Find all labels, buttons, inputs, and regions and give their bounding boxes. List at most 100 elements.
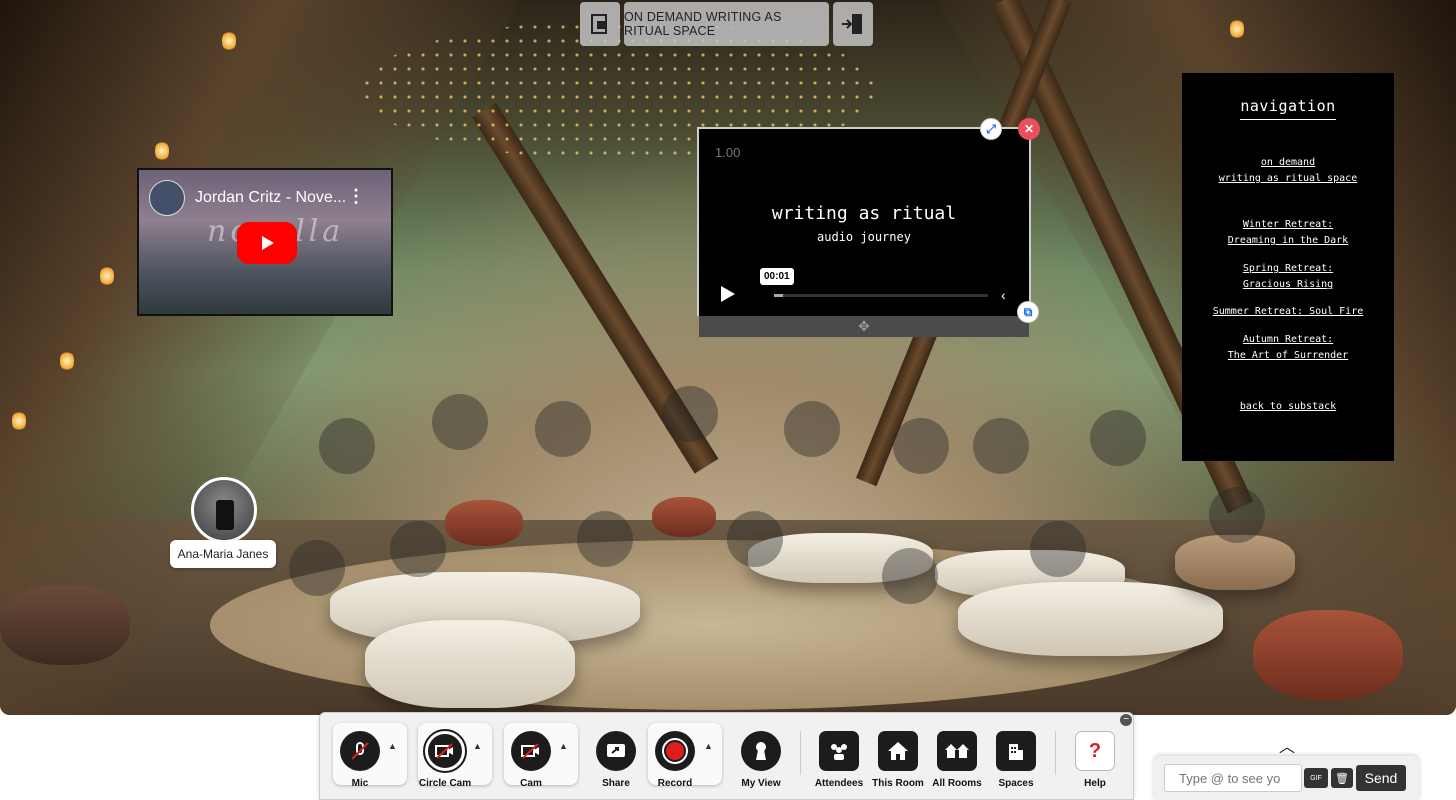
send-button[interactable]: Send xyxy=(1356,765,1406,791)
empty-seat[interactable] xyxy=(319,418,375,474)
cam-off-icon xyxy=(423,729,467,773)
progress-track[interactable] xyxy=(774,294,988,297)
empty-seat[interactable] xyxy=(577,511,633,567)
bottom-toolbar: Mic ▲ Circle Cam ▲ Cam ▲ Share Record ▲ … xyxy=(319,712,1134,800)
video-title[interactable]: Jordan Critz - Nove... xyxy=(195,189,346,207)
nav-link-back-to-substack[interactable]: back to substack xyxy=(1182,399,1394,415)
share-button[interactable]: Share xyxy=(588,731,644,789)
hanging-bulb xyxy=(222,30,236,52)
circle-cam-label: Circle Cam xyxy=(418,778,472,789)
exit-room-button[interactable] xyxy=(833,2,873,46)
empty-seat[interactable] xyxy=(289,540,345,596)
resize-icon[interactable]: ⧉ xyxy=(1017,301,1039,323)
room-title: ON DEMAND WRITING AS RITUAL SPACE xyxy=(624,2,829,46)
building-icon xyxy=(996,731,1036,771)
empty-seat[interactable] xyxy=(535,401,591,457)
this-room-button[interactable]: This Room xyxy=(870,731,926,789)
chat-bar: GIF 🗑 Send xyxy=(1154,756,1419,800)
empty-seat[interactable] xyxy=(973,418,1029,474)
mic-options-caret-icon[interactable]: ▲ xyxy=(388,741,402,751)
floor-pillow xyxy=(365,620,575,708)
this-room-label: This Room xyxy=(872,778,924,789)
empty-seat[interactable] xyxy=(662,386,718,442)
nav-link-on-demand[interactable]: on demand writing as ritual space xyxy=(1182,155,1394,187)
empty-seat[interactable] xyxy=(727,511,783,567)
my-view-label: My View xyxy=(741,778,781,789)
floor-pillow xyxy=(1175,535,1295,590)
time-tooltip: 00:01 xyxy=(760,268,794,285)
audio-title: writing as ritual xyxy=(771,203,957,224)
pouf xyxy=(652,497,716,537)
share-screen-icon xyxy=(596,731,636,771)
circle-cam-options-caret-icon[interactable]: ▲ xyxy=(473,741,487,751)
house-icon xyxy=(878,731,918,771)
progress-fill xyxy=(774,294,783,297)
record-label: Record xyxy=(657,778,693,789)
empty-seat[interactable] xyxy=(1030,521,1086,577)
gif-button[interactable]: GIF xyxy=(1304,768,1328,788)
pouf xyxy=(0,585,130,665)
play-icon[interactable] xyxy=(721,286,735,302)
empty-seat[interactable] xyxy=(784,401,840,457)
audio-subtitle: audio journey xyxy=(817,230,911,244)
toolbar-divider xyxy=(1055,731,1056,775)
trash-icon[interactable]: 🗑 xyxy=(1331,768,1353,788)
spaces-button[interactable]: Spaces xyxy=(988,731,1044,789)
channel-avatar[interactable] xyxy=(149,180,185,216)
cam-options-caret-icon[interactable]: ▲ xyxy=(559,741,573,751)
chat-input[interactable] xyxy=(1164,764,1302,792)
mic-off-icon xyxy=(340,731,380,771)
share-label: Share xyxy=(602,778,630,789)
pouf xyxy=(445,500,523,546)
player-drag-handle[interactable]: ✥ xyxy=(699,316,1029,337)
nav-link-winter-retreat[interactable]: Winter Retreat: Dreaming in the Dark xyxy=(1182,217,1394,249)
circle-cam-button[interactable]: Circle Cam xyxy=(417,729,473,789)
audio-player[interactable]: 1.00 writing as ritual audio journey 00:… xyxy=(697,127,1031,316)
participant-avatar[interactable] xyxy=(191,477,257,543)
close-icon[interactable]: ✕ xyxy=(1018,118,1040,140)
mic-button[interactable]: Mic xyxy=(332,731,388,789)
empty-seat[interactable] xyxy=(390,521,446,577)
nav-link-spring-retreat[interactable]: Spring Retreat: Gracious Rising xyxy=(1182,261,1394,293)
mic-label: Mic xyxy=(351,778,369,789)
attendees-label: Attendees xyxy=(814,778,864,789)
phone-shape xyxy=(216,500,234,530)
playback-speed[interactable]: 1.00 xyxy=(715,145,740,160)
participant-name: Ana-Maria Janes xyxy=(170,540,276,568)
help-button[interactable]: ? Help xyxy=(1067,731,1123,789)
youtube-embed[interactable]: novella Jordan Critz - Nove... ⋮ xyxy=(137,168,393,316)
collapse-toolbar-icon[interactable]: − xyxy=(1120,714,1132,726)
exit-door-icon xyxy=(842,14,862,34)
empty-seat[interactable] xyxy=(1090,410,1146,466)
pouf xyxy=(1253,610,1403,700)
attendees-button[interactable]: Attendees xyxy=(811,731,867,789)
empty-seat[interactable] xyxy=(882,548,938,604)
my-view-button[interactable]: My View xyxy=(733,731,789,789)
more-vert-icon[interactable]: ⋮ xyxy=(347,186,365,207)
chevron-left-icon[interactable]: ‹ xyxy=(1001,287,1006,303)
youtube-play-button[interactable] xyxy=(237,222,297,264)
empty-seat[interactable] xyxy=(432,394,488,450)
cam-label: Cam xyxy=(520,778,542,789)
record-button[interactable]: Record xyxy=(647,731,703,789)
all-rooms-button[interactable]: All Rooms xyxy=(929,731,985,789)
empty-seat[interactable] xyxy=(893,418,949,474)
attendees-icon xyxy=(819,731,859,771)
question-mark-icon: ? xyxy=(1075,731,1115,771)
expand-icon[interactable]: ⤢ xyxy=(980,118,1002,140)
lock-room-button[interactable] xyxy=(580,2,620,46)
record-options-caret-icon[interactable]: ▲ xyxy=(704,741,718,751)
cam-button[interactable]: Cam xyxy=(503,731,559,789)
floor-pillow xyxy=(958,582,1223,656)
empty-seat[interactable] xyxy=(1209,487,1265,543)
nav-link-autumn-retreat[interactable]: Autumn Retreat: The Art of Surrender xyxy=(1182,332,1394,364)
move-icon: ✥ xyxy=(858,318,870,334)
navigation-panel: navigation on demand writing as ritual s… xyxy=(1182,73,1394,461)
spaces-label: Spaces xyxy=(998,778,1034,789)
all-rooms-label: All Rooms xyxy=(932,778,982,789)
hanging-bulb xyxy=(12,410,26,432)
nav-link-summer-retreat[interactable]: Summer Retreat: Soul Fire xyxy=(1182,304,1394,320)
navigation-heading: navigation xyxy=(1240,97,1336,120)
hanging-bulb xyxy=(100,265,114,287)
hanging-bulb xyxy=(1230,18,1244,40)
